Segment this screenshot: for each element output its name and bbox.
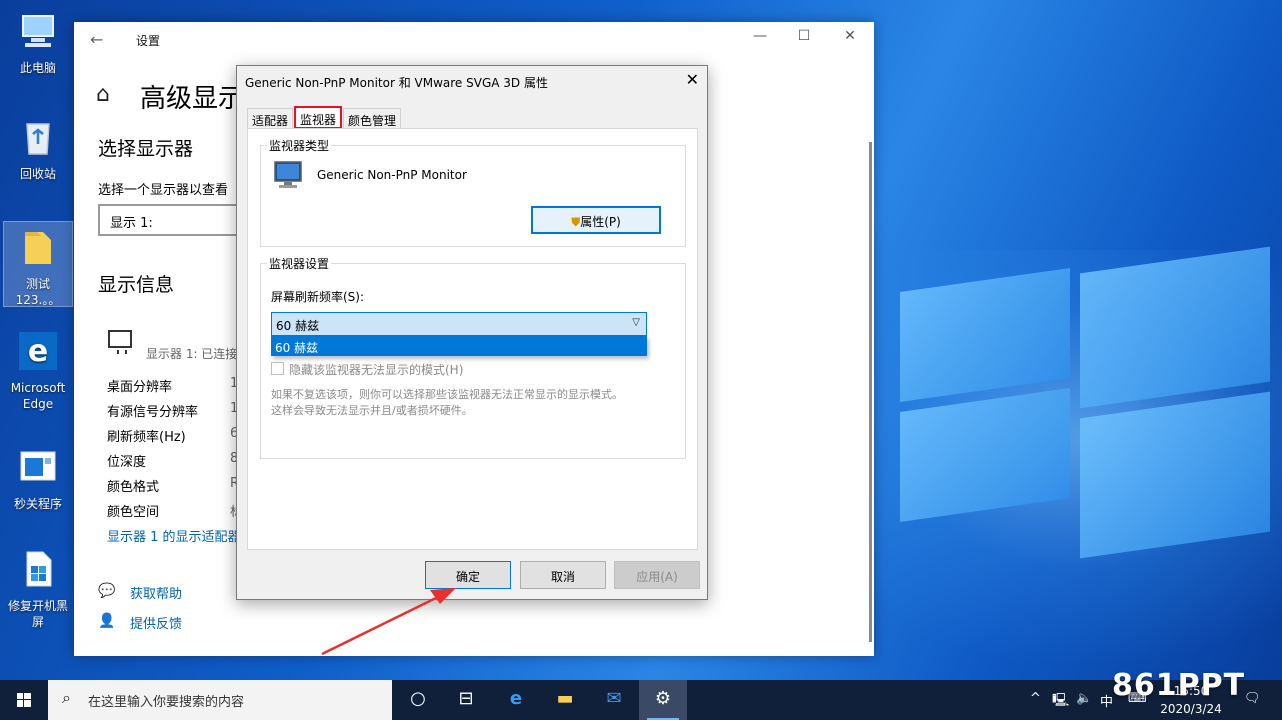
recycle-bin-icon bbox=[26, 123, 50, 155]
monitor-properties-button[interactable]: ⛊属性(P) bbox=[531, 206, 661, 234]
desktop-icon-this-pc[interactable]: 此电脑 bbox=[4, 10, 72, 76]
settings-taskbar-icon[interactable]: ⚙ bbox=[639, 680, 687, 720]
watermark-logo: 861PPT bbox=[1112, 668, 1246, 703]
edge-icon: e bbox=[19, 332, 57, 370]
help-icon: 💬 bbox=[98, 583, 116, 599]
info-label: 刷新频率(Hz) bbox=[107, 430, 186, 445]
page-title: 高级显示 bbox=[140, 84, 245, 114]
taskbar: ⌕ 在这里输入你要搜索的内容 ○ ⊟ e ▬ ✉ ⚙ ^ 🖳 🔈 中 ⌨ 15:… bbox=[0, 680, 1282, 720]
monitor-tab-panel: 监视器类型 Generic Non-PnP Monitor ⛊属性(P) 监视器… bbox=[247, 128, 698, 550]
dialog-title: Generic Non-PnP Monitor 和 VMware SVGA 3D… bbox=[245, 76, 548, 90]
display-adapter-link[interactable]: 显示器 1 的显示适配器 bbox=[107, 526, 241, 545]
display-select-value: 显示 1: bbox=[110, 216, 153, 231]
tab-color-management[interactable]: 颜色管理 bbox=[343, 108, 402, 128]
monitor-icon bbox=[274, 161, 302, 188]
apply-button[interactable]: 应用(A) bbox=[614, 561, 700, 589]
monitor-settings-group: 监视器设置 屏幕刷新频率(S): 60 赫兹 ▽ 60 赫兹 隐藏该监视器无法显… bbox=[260, 255, 686, 459]
properties-dialog: Generic Non-PnP Monitor 和 VMware SVGA 3D… bbox=[236, 65, 708, 600]
home-icon[interactable]: ⌂ bbox=[96, 82, 110, 107]
display-info-heading: 显示信息 bbox=[98, 274, 175, 296]
warning-note-line1: 如果不复选该项，则你可以选择那些该监视器无法正常显示的显示模式。 bbox=[271, 388, 623, 401]
refresh-rate-value: 60 赫兹 bbox=[276, 319, 320, 333]
monitor-type-legend: 监视器类型 bbox=[267, 137, 332, 154]
settings-scrollbar[interactable] bbox=[869, 142, 872, 642]
cortana-icon[interactable]: ○ bbox=[394, 680, 442, 720]
desktop-icon-recycle-bin[interactable]: 回收站 bbox=[4, 116, 72, 182]
refresh-rate-select[interactable]: 60 赫兹 ▽ bbox=[271, 312, 647, 336]
desktop-icon-label: 修复开机黑屏 bbox=[7, 599, 68, 629]
hide-modes-label: 隐藏该监视器无法显示的模式(H) bbox=[289, 363, 464, 377]
refresh-rate-option[interactable]: 60 赫兹 bbox=[271, 336, 647, 356]
chevron-up-icon[interactable]: ^ bbox=[1030, 691, 1041, 706]
minimize-icon[interactable]: — bbox=[748, 28, 772, 44]
desktop-icon-label: Microsoft Edge bbox=[10, 381, 66, 411]
taskbar-search-box[interactable]: ⌕ 在这里输入你要搜索的内容 bbox=[48, 680, 392, 720]
back-arrow-icon[interactable]: ← bbox=[90, 30, 103, 49]
select-display-label: 选择一个显示器以查看 bbox=[98, 183, 229, 198]
file-explorer-icon[interactable]: ▬ bbox=[541, 680, 589, 720]
desktop-icon-label: 测试123.。。 bbox=[15, 277, 61, 307]
folder-icon bbox=[25, 232, 51, 264]
volume-icon[interactable]: 🔈 bbox=[1076, 691, 1092, 706]
info-label: 颜色格式 bbox=[107, 480, 160, 495]
close-icon[interactable]: ✕ bbox=[686, 70, 699, 89]
start-button[interactable] bbox=[0, 680, 48, 720]
task-view-icon[interactable]: ⊟ bbox=[442, 680, 490, 720]
monitor-icon bbox=[108, 330, 132, 354]
search-icon: ⌕ bbox=[62, 688, 71, 707]
desktop-icon-label: 秒关程序 bbox=[13, 497, 62, 511]
feedback-icon: 👤 bbox=[98, 613, 116, 629]
info-label: 桌面分辨率 bbox=[107, 380, 173, 395]
app-window-icon bbox=[20, 451, 56, 481]
windows-start-icon bbox=[17, 693, 31, 707]
edge-taskbar-icon[interactable]: e bbox=[492, 680, 540, 720]
svg-text:e: e bbox=[28, 334, 48, 369]
refresh-rate-label: 屏幕刷新频率(S): bbox=[271, 290, 365, 304]
settings-titlebar: ← 设置 — ☐ ✕ bbox=[74, 22, 874, 56]
search-placeholder: 在这里输入你要搜索的内容 bbox=[88, 695, 245, 710]
settings-title: 设置 bbox=[136, 34, 161, 48]
notification-icon[interactable]: 🗨 bbox=[1244, 691, 1261, 706]
desktop-icon-close-programs[interactable]: 秒关程序 bbox=[4, 446, 72, 512]
desktop-icon-edge[interactable]: e Microsoft Edge bbox=[4, 330, 72, 412]
info-label: 颜色空间 bbox=[107, 505, 160, 520]
hide-modes-checkbox[interactable] bbox=[271, 362, 284, 375]
desktop-icon-test-folder[interactable]: 测试123.。。 bbox=[3, 221, 73, 307]
monitor-name: Generic Non-PnP Monitor bbox=[317, 168, 467, 182]
close-icon[interactable]: ✕ bbox=[838, 28, 862, 44]
warning-note-line2: 这样会导致无法显示并且/或者损坏硬件。 bbox=[271, 404, 473, 417]
tab-monitor[interactable]: 监视器 bbox=[294, 106, 343, 129]
maximize-icon[interactable]: ☐ bbox=[792, 28, 816, 44]
shield-icon: ⛊ bbox=[571, 215, 581, 229]
wallpaper-windows-logo bbox=[880, 246, 1280, 630]
select-display-heading: 选择显示器 bbox=[98, 138, 194, 160]
cancel-button[interactable]: 取消 bbox=[520, 561, 606, 589]
info-label: 有源信号分辨率 bbox=[107, 405, 199, 420]
tab-adapter[interactable]: 适配器 bbox=[247, 108, 294, 128]
get-help-link[interactable]: 获取帮助 bbox=[130, 583, 182, 602]
repair-icon bbox=[26, 551, 52, 587]
monitor-subtitle: 显示器 1: 已连接 bbox=[146, 347, 238, 361]
desktop-icon-repair-black-screen[interactable]: 修复开机黑屏 bbox=[4, 548, 72, 630]
desktop-icon-label: 此电脑 bbox=[19, 61, 56, 75]
info-label: 位深度 bbox=[107, 455, 147, 470]
desktop-icon-label: 回收站 bbox=[19, 167, 56, 181]
chevron-down-icon: ▽ bbox=[632, 317, 640, 328]
computer-icon bbox=[22, 15, 54, 47]
mail-icon[interactable]: ✉ bbox=[590, 680, 638, 720]
properties-button-label: 属性(P) bbox=[580, 215, 621, 229]
monitor-type-group: 监视器类型 Generic Non-PnP Monitor ⛊属性(P) bbox=[260, 137, 686, 247]
network-icon[interactable]: 🖳 bbox=[1052, 691, 1069, 713]
feedback-link[interactable]: 提供反馈 bbox=[130, 613, 182, 632]
monitor-settings-legend: 监视器设置 bbox=[267, 255, 332, 272]
ok-button[interactable]: 确定 bbox=[425, 561, 511, 589]
